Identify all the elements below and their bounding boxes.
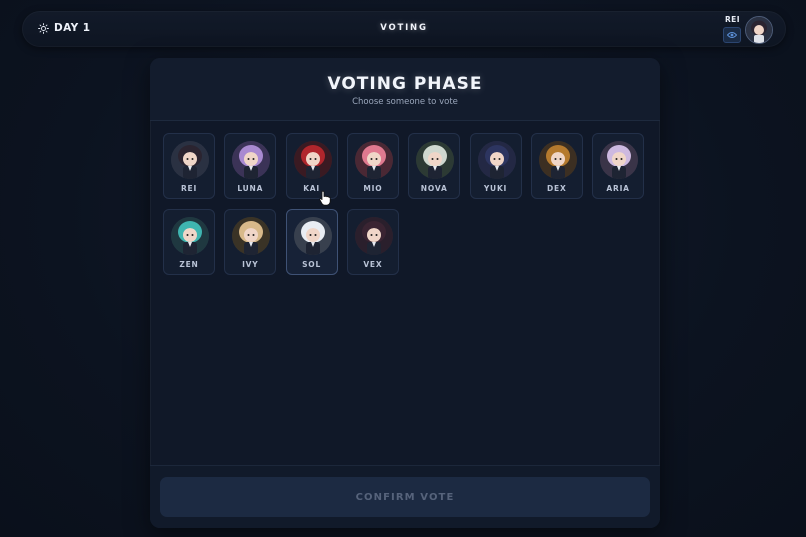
player-name: SOL (302, 260, 322, 269)
top-bar: DAY 1 VOTING REI (22, 11, 786, 47)
current-player-avatar[interactable] (745, 16, 773, 44)
player-name: ARIA (606, 184, 630, 193)
current-player-name: REI (725, 15, 740, 24)
player-name: LUNA (237, 184, 264, 193)
player-card-sol[interactable]: SOL (285, 209, 338, 275)
confirm-vote-button[interactable]: CONFIRM VOTE (160, 477, 650, 517)
player-avatar (232, 141, 271, 179)
voting-panel: VOTING PHASE Choose someone to vote REI L… (150, 58, 660, 528)
page-subtitle: Choose someone to vote (352, 97, 458, 107)
player-card-aria[interactable]: ARIA (592, 133, 645, 199)
player-avatar (171, 141, 209, 179)
player-avatar (354, 217, 393, 255)
eye-toggle-button[interactable] (723, 27, 741, 43)
player-avatar (600, 141, 639, 179)
player-name: YUKI (483, 184, 508, 193)
player-name: IVY (242, 260, 259, 269)
player-avatar (171, 217, 209, 255)
avatar (746, 17, 772, 43)
player-card-dex[interactable]: DEX (530, 133, 583, 199)
player-name: ZEN (179, 260, 199, 269)
player-avatar (538, 141, 577, 179)
player-card-zen[interactable]: ZEN (163, 209, 215, 275)
phase-label: VOTING (380, 23, 428, 33)
panel-header: VOTING PHASE Choose someone to vote (150, 58, 660, 121)
player-card-ivy[interactable]: IVY (224, 209, 277, 275)
player-avatar (232, 217, 271, 255)
player-card-yuki[interactable]: YUKI (469, 133, 522, 199)
pointer-cursor-icon (319, 190, 331, 206)
eye-icon (727, 32, 737, 38)
player-card-nova[interactable]: NOVA (408, 133, 461, 199)
player-name: MIO (363, 184, 383, 193)
player-name: REI (180, 184, 198, 193)
player-name: VEX (363, 260, 383, 269)
player-name: DEX (547, 184, 567, 193)
player-card-luna[interactable]: LUNA (224, 133, 277, 199)
player-avatar (477, 141, 516, 179)
player-avatar (416, 141, 455, 179)
player-avatar (293, 141, 332, 179)
panel-footer: CONFIRM VOTE (150, 465, 660, 528)
player-avatar (354, 141, 393, 179)
player-name: NOVA (420, 184, 448, 193)
page-title: VOTING PHASE (327, 74, 483, 94)
player-avatar (293, 217, 332, 255)
player-card-vex[interactable]: VEX (346, 209, 399, 275)
player-card-mio[interactable]: MIO (346, 133, 399, 199)
player-card-rei[interactable]: REI (163, 133, 215, 199)
